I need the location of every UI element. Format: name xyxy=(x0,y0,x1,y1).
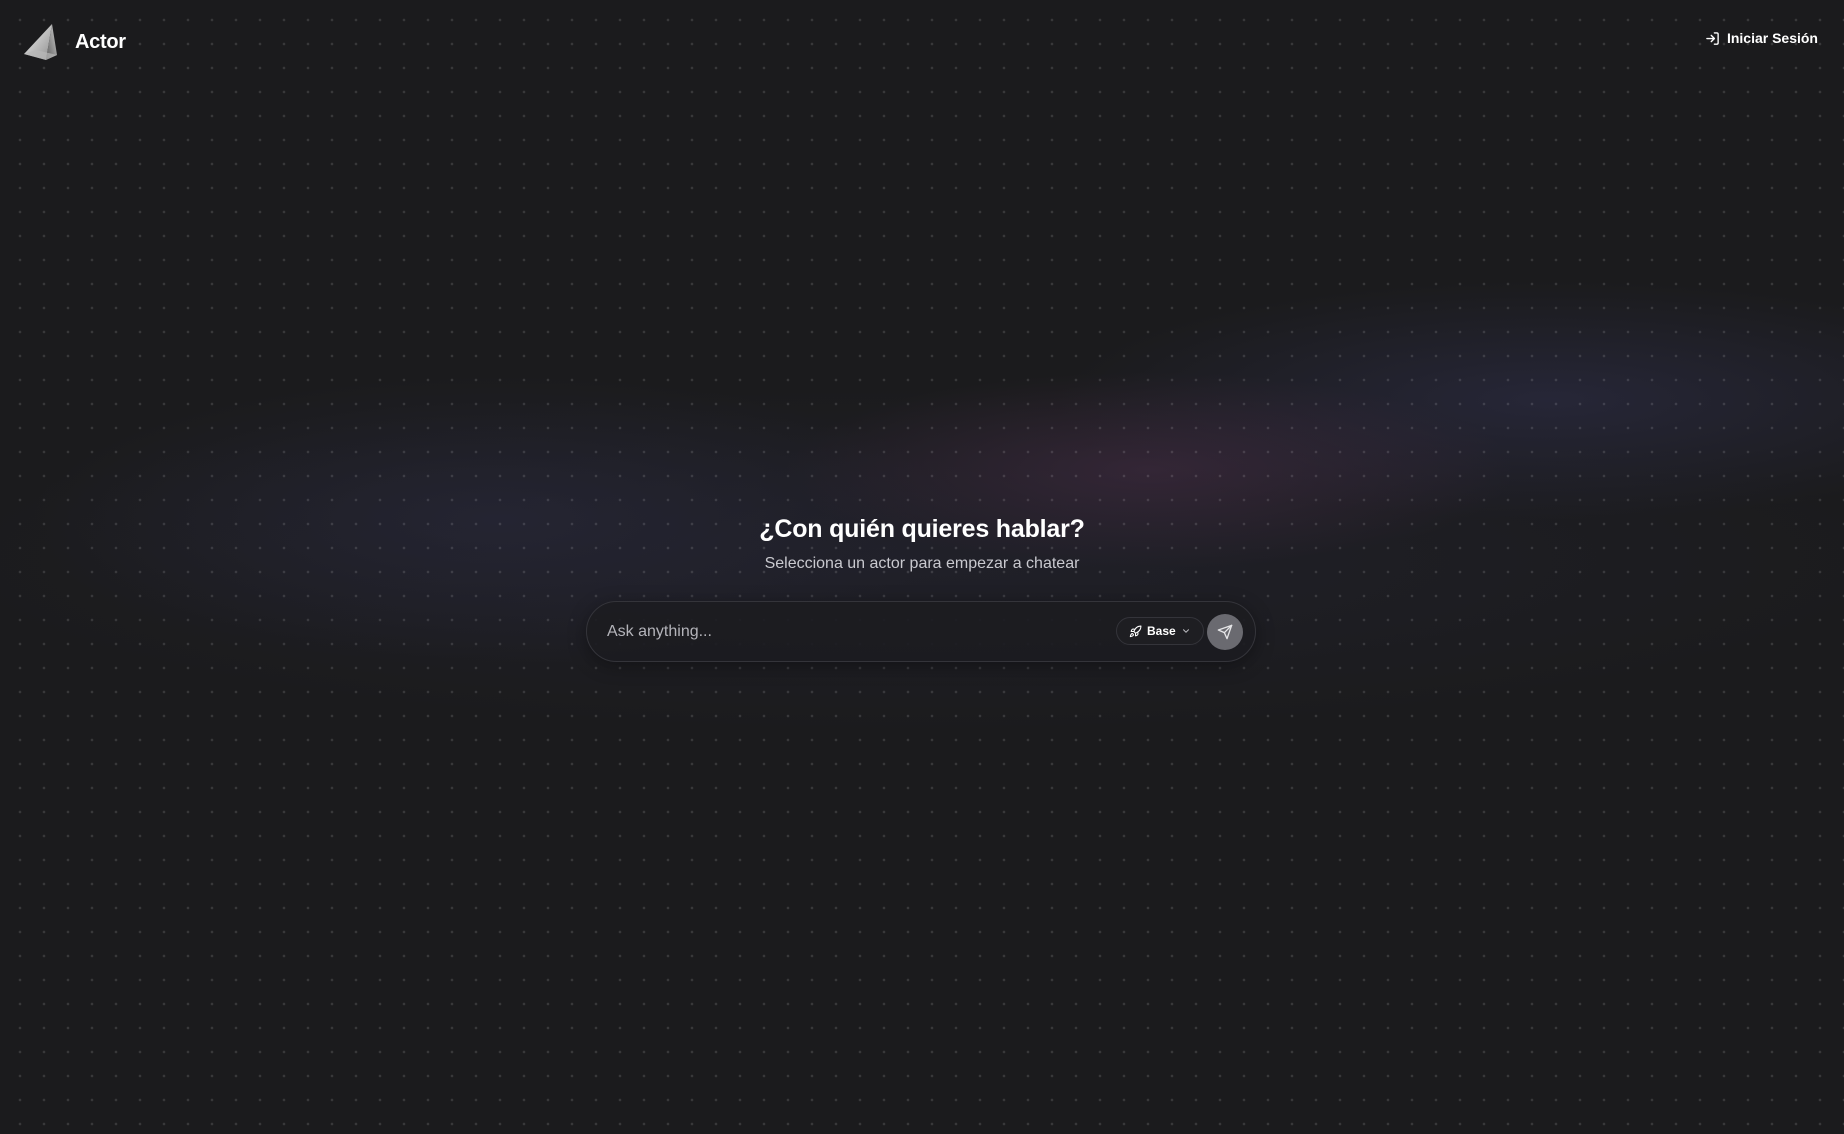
send-icon xyxy=(1217,624,1233,640)
model-selector[interactable]: Base xyxy=(1116,617,1204,645)
chat-composer: Base xyxy=(586,601,1256,662)
ask-input[interactable] xyxy=(607,616,1097,648)
page-subtitle: Selecciona un actor para empezar a chate… xyxy=(764,555,1080,572)
page-title: ¿Con quién quieres hablar? xyxy=(759,515,1085,543)
brand-home-link[interactable]: Actor xyxy=(22,22,126,62)
chevron-down-icon xyxy=(1182,629,1189,633)
pyramid-logo xyxy=(24,24,57,60)
page: Actor Iniciar Sesión ¿Con quién quieres … xyxy=(0,0,1844,1134)
login-button[interactable]: Iniciar Sesión xyxy=(1705,30,1818,46)
rocket-icon xyxy=(1129,625,1142,637)
login-label: Iniciar Sesión xyxy=(1726,30,1818,46)
model-label: Base xyxy=(1147,624,1176,638)
sign-in-icon xyxy=(1706,31,1719,45)
brand-name: Actor xyxy=(75,30,126,53)
top-bar: Actor Iniciar Sesión xyxy=(0,0,1844,84)
hero: ¿Con quién quieres hablar? Selecciona un… xyxy=(0,512,1844,575)
send-button[interactable] xyxy=(1207,614,1243,650)
